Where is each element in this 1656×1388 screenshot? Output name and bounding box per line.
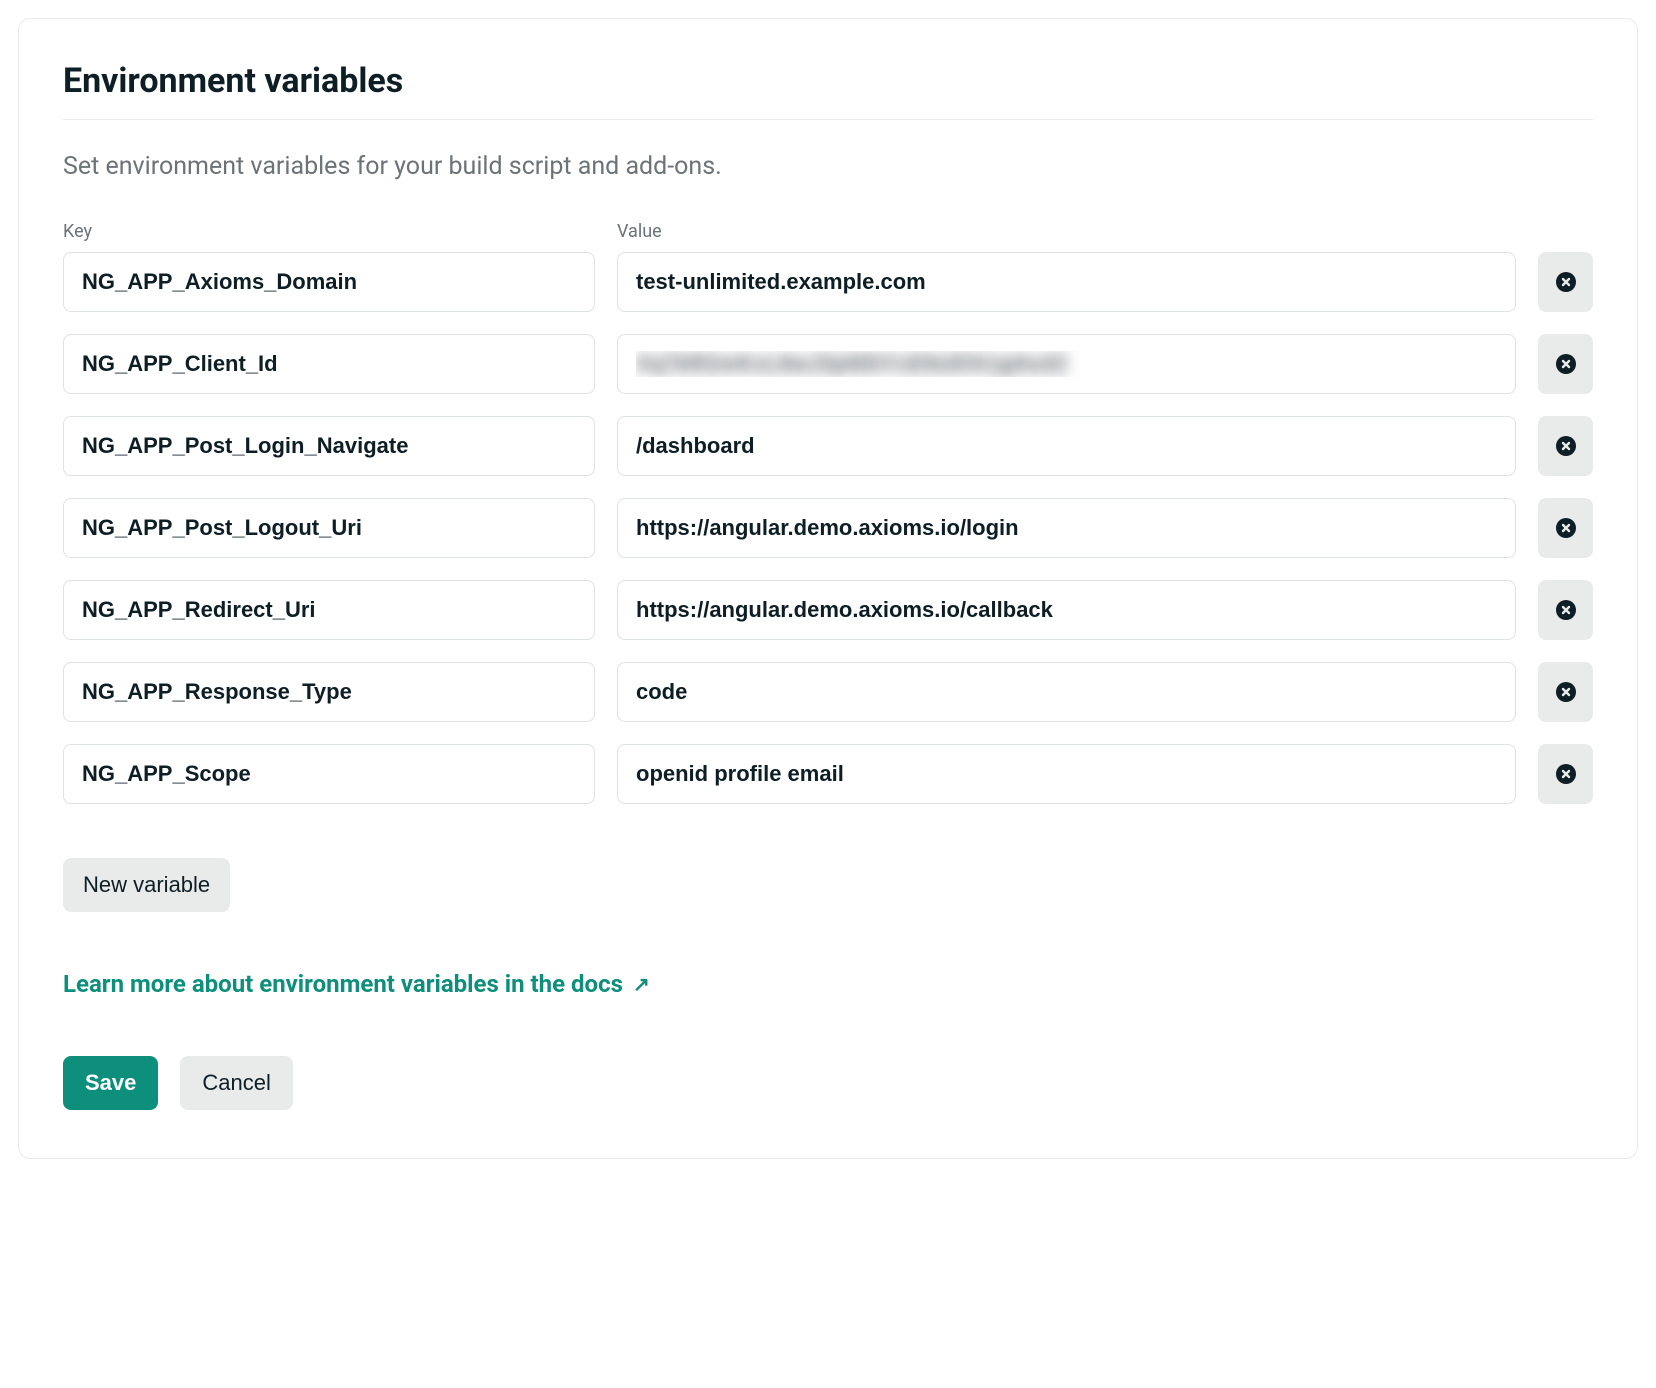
cancel-button[interactable]: Cancel: [180, 1056, 292, 1110]
key-column-label: Key: [63, 221, 595, 242]
section-description: Set environment variables for your build…: [63, 152, 1593, 181]
env-var-key-input[interactable]: [63, 744, 595, 804]
env-var-key-input[interactable]: [63, 416, 595, 476]
close-circle-icon: [1556, 764, 1576, 784]
docs-link-label: Learn more about environment variables i…: [63, 970, 623, 998]
value-column-label: Value: [617, 221, 1593, 242]
section-title: Environment variables: [63, 61, 1593, 120]
env-var-row: [63, 580, 1593, 640]
env-var-row: [63, 416, 1593, 476]
form-actions: Save Cancel: [63, 1056, 1593, 1110]
delete-variable-button[interactable]: [1538, 498, 1593, 558]
env-var-row: [63, 662, 1593, 722]
close-circle-icon: [1556, 518, 1576, 538]
env-var-row: [63, 252, 1593, 312]
docs-link[interactable]: Learn more about environment variables i…: [63, 970, 650, 998]
external-link-icon: ↗: [633, 972, 650, 996]
column-headers: Key Value: [63, 221, 1593, 242]
close-circle-icon: [1556, 436, 1576, 456]
env-var-key-input[interactable]: [63, 580, 595, 640]
new-variable-button[interactable]: New variable: [63, 858, 230, 912]
delete-variable-button[interactable]: [1538, 252, 1593, 312]
env-var-value-input[interactable]: [617, 498, 1516, 558]
delete-variable-button[interactable]: [1538, 744, 1593, 804]
delete-variable-button[interactable]: [1538, 580, 1593, 640]
env-vars-card: Environment variables Set environment va…: [18, 18, 1638, 1159]
env-var-row: [63, 744, 1593, 804]
delete-variable-button[interactable]: [1538, 334, 1593, 394]
env-var-row: [63, 498, 1593, 558]
env-var-rows: [63, 252, 1593, 804]
env-var-value-input[interactable]: [617, 580, 1516, 640]
env-var-key-input[interactable]: [63, 498, 595, 558]
close-circle-icon: [1556, 600, 1576, 620]
save-button[interactable]: Save: [63, 1056, 158, 1110]
delete-variable-button[interactable]: [1538, 416, 1593, 476]
env-var-key-input[interactable]: [63, 334, 595, 394]
delete-variable-button[interactable]: [1538, 662, 1593, 722]
env-var-value-input[interactable]: [617, 744, 1516, 804]
env-var-value-input[interactable]: [617, 334, 1516, 394]
close-circle-icon: [1556, 682, 1576, 702]
close-circle-icon: [1556, 272, 1576, 292]
close-circle-icon: [1556, 354, 1576, 374]
env-var-row: [63, 334, 1593, 394]
env-var-value-input[interactable]: [617, 252, 1516, 312]
env-var-key-input[interactable]: [63, 252, 595, 312]
env-var-key-input[interactable]: [63, 662, 595, 722]
env-var-value-input[interactable]: [617, 662, 1516, 722]
env-var-value-input[interactable]: [617, 416, 1516, 476]
